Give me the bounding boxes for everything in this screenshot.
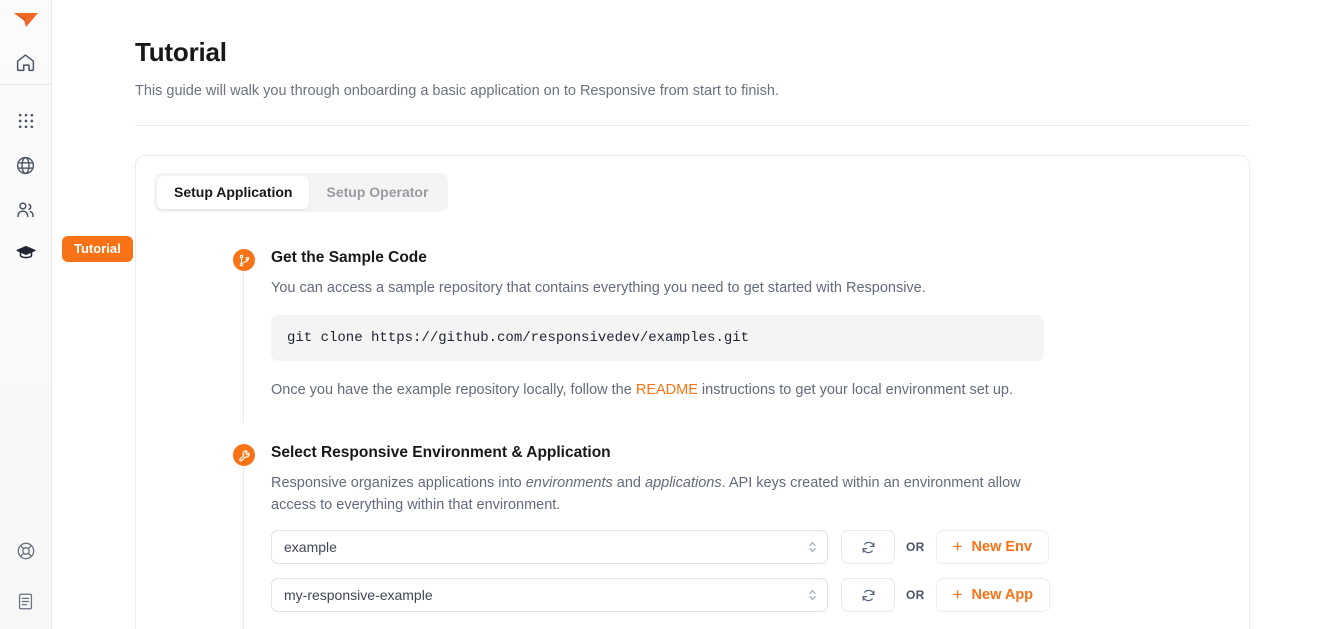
wrench-icon [233,444,255,466]
page-title: Tutorial [135,37,227,67]
plus-icon: + [952,585,963,604]
sidebar-item-docs[interactable] [0,579,52,623]
main-content: Tutorial This guide will walk you throug… [52,0,1330,629]
step-select-responsive-environment-and-application: Select Responsive Environment & Applicat… [233,443,1249,629]
new-env-label: New Env [971,539,1032,555]
tutorial-tooltip: Tutorial [62,236,133,262]
step-description: Responsive organizes applications into e… [271,472,1046,516]
new-app-label: New App [971,587,1034,603]
step-description: You can access a sample repository that … [271,280,926,296]
steps-gap [233,401,1249,443]
environment-row: example OR + New Env [271,530,1249,564]
git-branch-icon [233,249,255,271]
new-app-button[interactable]: + New App [935,578,1051,612]
application-select[interactable]: my-responsive-example [271,578,828,612]
step-get-the-sample-code: Get the Sample Code You can access a sam… [233,248,1249,423]
new-env-button[interactable]: + New Env [935,530,1049,564]
readme-link[interactable]: README [636,382,698,398]
tutorial-card: Setup Application Setup Operator Get the… [135,155,1250,629]
sidebar-divider [0,84,52,85]
step-title: Get the Sample Code [271,249,427,266]
sidebar-item-support[interactable] [0,535,52,579]
app-logo[interactable] [0,0,51,40]
users-icon [17,201,34,217]
application-row: my-responsive-example OR + New App [271,578,1249,612]
sidebar-item-team[interactable] [0,187,52,231]
step-connector-line [243,467,244,629]
sidebar-item-tutorial[interactable] [0,231,52,275]
desc-part-1: Responsive organizes applications into [271,475,526,491]
sidebar [0,0,52,629]
refresh-applications-button[interactable] [841,578,895,612]
sidebar-item-apps[interactable] [0,99,52,143]
app-root: Tutorial Tutorial This guide will walk y… [0,0,1330,629]
refresh-environments-button[interactable] [841,530,895,564]
git-clone-command[interactable]: git clone https://github.com/responsived… [271,315,1044,361]
footer-text-after: instructions to get your local environme… [697,382,1014,398]
plus-icon: + [952,537,963,556]
globe-icon [16,156,35,174]
graduation-cap-icon [16,245,35,259]
step-footer-text: Once you have the example repository loc… [271,379,1046,401]
step-body: Get the Sample Code You can access a sam… [255,248,1249,401]
header-divider [135,125,1250,126]
steps-list: Get the Sample Code You can access a sam… [136,248,1249,629]
environment-select[interactable]: example [271,530,828,564]
step-connector-line [243,272,244,423]
footer-text-before: Once you have the example repository loc… [271,382,636,398]
refresh-icon [862,541,874,553]
refresh-icon [862,589,874,601]
grid-icon [18,113,33,129]
page-subtitle: This guide will walk you through onboard… [135,83,779,99]
responsive-logo-icon [13,13,38,27]
step-body: Select Responsive Environment & Applicat… [255,443,1249,612]
lifebuoy-icon [17,542,34,560]
application-select-wrap: my-responsive-example [271,578,828,612]
document-icon [18,593,33,609]
sidebar-item-home[interactable] [0,40,52,84]
desc-em-environments: environments [525,475,613,491]
tab-setup-application[interactable]: Setup Application [157,176,310,209]
tab-list: Setup Application Setup Operator [154,173,449,212]
step-title: Select Responsive Environment & Applicat… [271,444,611,461]
desc-em-applications: applications [645,475,722,491]
environment-or-label: OR [906,540,925,554]
application-or-label: OR [906,588,925,602]
environment-select-wrap: example [271,530,828,564]
desc-part-2: and [612,475,646,491]
home-icon [16,53,35,71]
sidebar-item-network[interactable] [0,143,52,187]
tab-setup-operator[interactable]: Setup Operator [309,176,445,209]
